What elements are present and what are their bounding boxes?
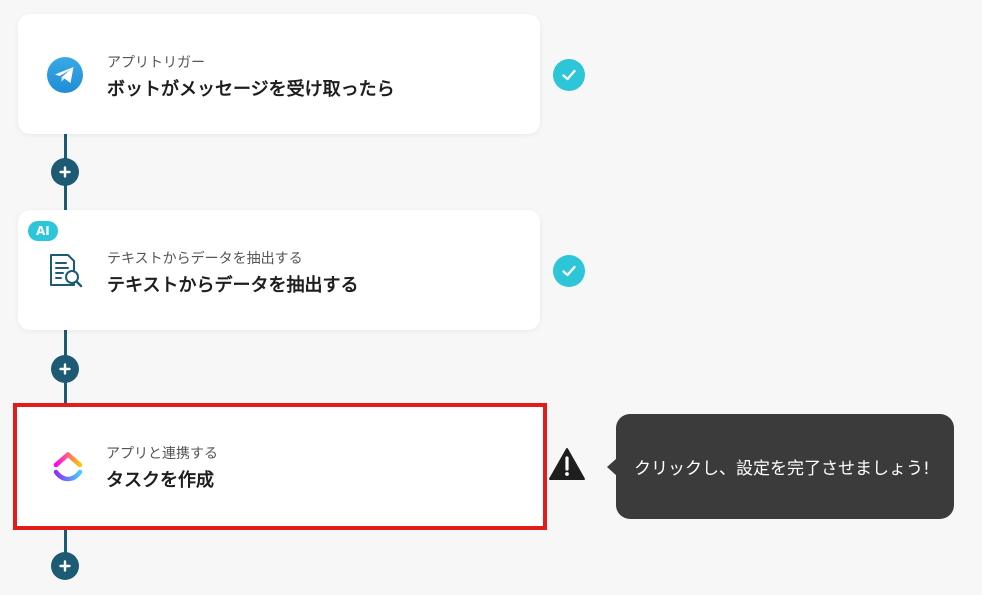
step-card-create-task[interactable]: アプリと連携する タスクを作成: [13, 403, 547, 530]
add-step-button[interactable]: [51, 355, 79, 383]
plus-icon: [59, 166, 71, 178]
step-card-extract-data[interactable]: テキストからデータを抽出する テキストからデータを抽出する: [18, 210, 540, 330]
warning-icon: [549, 448, 585, 480]
ai-badge: AI: [28, 221, 58, 241]
add-step-button[interactable]: [51, 158, 79, 186]
clickup-icon: [53, 452, 83, 482]
plus-icon: [59, 560, 71, 572]
step-title: テキストからデータを抽出する: [107, 275, 359, 296]
step-title: タスクを作成: [106, 470, 214, 491]
step-subtitle: テキストからデータを抽出する: [107, 251, 303, 267]
add-step-button[interactable]: [51, 552, 79, 580]
setup-tooltip: クリックし、設定を完了させましょう!: [607, 414, 954, 519]
step-card-bot-message-trigger[interactable]: アプリトリガー ボットがメッセージを受け取ったら: [18, 14, 540, 134]
tooltip-text: クリックし、設定を完了させましょう!: [634, 459, 930, 479]
plus-icon: [59, 363, 71, 375]
step-title: ボットがメッセージを受け取ったら: [107, 79, 395, 100]
check-icon: [553, 59, 585, 91]
check-icon: [553, 255, 585, 287]
step-subtitle: アプリと連携する: [106, 446, 218, 462]
document-search-icon: [50, 254, 83, 288]
step-subtitle: アプリトリガー: [107, 55, 205, 71]
telegram-icon: [47, 57, 83, 93]
